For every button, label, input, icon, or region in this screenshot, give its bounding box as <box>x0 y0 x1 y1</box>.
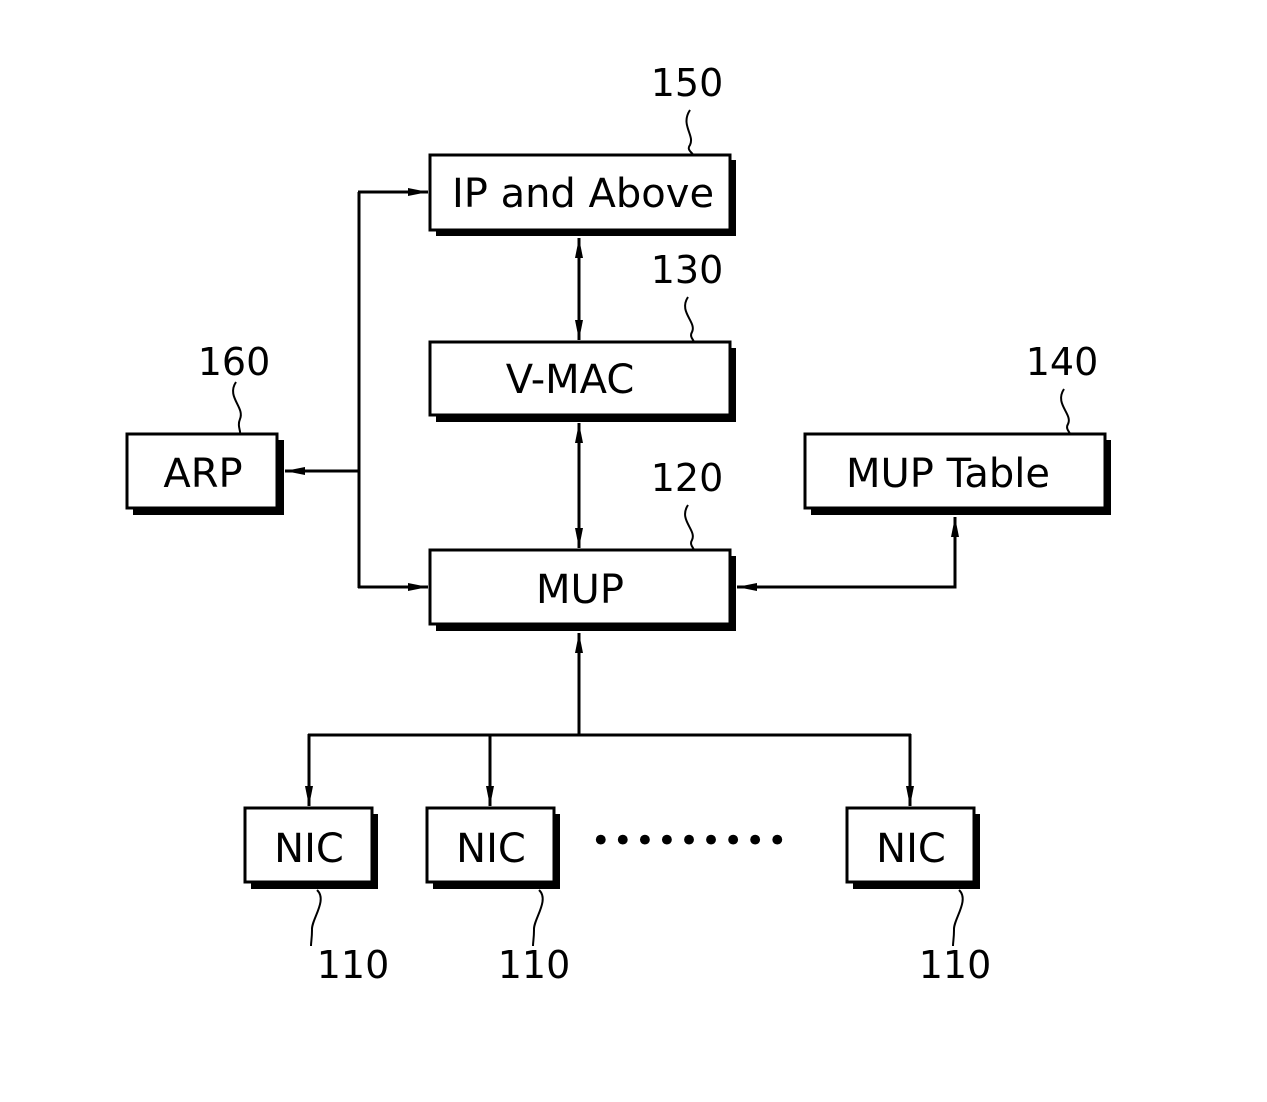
ref-150-label: 150 <box>651 61 724 105</box>
block-nic-3: NIC <box>845 806 980 889</box>
block-mup: MUP <box>428 548 736 631</box>
nic-ellipsis: ••••••••• <box>591 821 790 861</box>
block-nic-2: NIC <box>425 806 560 889</box>
block-v-mac: V-MAC <box>428 340 736 422</box>
block-vmac-label: V-MAC <box>506 357 635 403</box>
ref-120-label: 120 <box>651 456 724 500</box>
block-mup-label: MUP <box>536 567 624 613</box>
ref-130: 130 <box>651 248 724 343</box>
ref-110-b-label: 110 <box>498 943 571 987</box>
ref-150: 150 <box>651 61 724 156</box>
ref-160-label: 160 <box>198 340 271 384</box>
ref-110-a-label: 110 <box>317 943 390 987</box>
block-nic-1: NIC <box>243 806 378 889</box>
block-mup-table-label: MUP Table <box>846 451 1050 497</box>
block-nic-1-label: NIC <box>274 826 344 872</box>
block-mup-table: MUP Table <box>803 432 1111 515</box>
ref-140: 140 <box>1026 340 1099 435</box>
ref-120: 120 <box>651 456 724 551</box>
block-ip-label: IP and Above <box>452 171 714 217</box>
block-nic-2-label: NIC <box>456 826 526 872</box>
ref-140-label: 140 <box>1026 340 1099 384</box>
ref-110-c: 110 <box>919 889 992 987</box>
ref-110-c-label: 110 <box>919 943 992 987</box>
ref-110-a: 110 <box>310 889 390 987</box>
block-ip-and-above: IP and Above <box>428 153 736 236</box>
block-nic-3-label: NIC <box>876 826 946 872</box>
block-diagram: IP and Above 150 V-MAC 130 MUP 120 MUP T… <box>125 61 1111 987</box>
ref-130-label: 130 <box>651 248 724 292</box>
block-arp-label: ARP <box>163 451 242 497</box>
ref-160: 160 <box>198 340 271 435</box>
ref-110-b: 110 <box>498 889 571 987</box>
connector-mup-mup-table <box>737 517 959 591</box>
block-arp: ARP <box>125 432 284 515</box>
